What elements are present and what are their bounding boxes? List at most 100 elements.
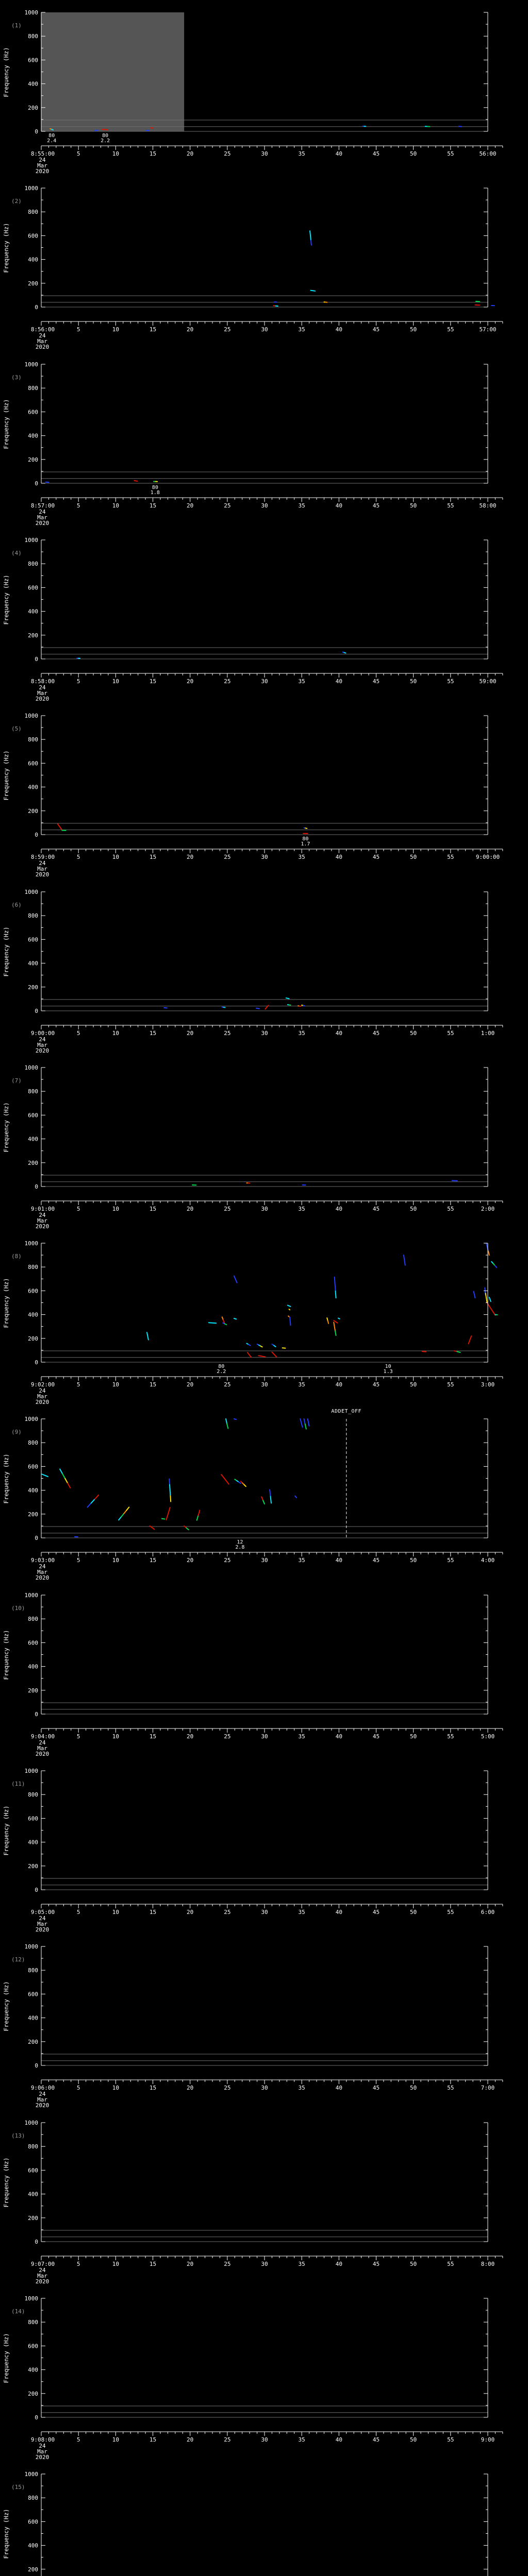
x-tick-label: 45 (373, 502, 380, 509)
detection-streak (300, 1418, 303, 1428)
x-tick-label: 30 (261, 1381, 268, 1388)
x-end-time-label: 7:00 (481, 2084, 495, 2091)
y-tick-label: 800 (28, 1967, 38, 1974)
x-tick-label: 25 (224, 502, 230, 509)
date-line: 2020 (36, 696, 50, 702)
y-tick-label: 800 (28, 33, 38, 40)
event-annotation-bottom: 1.7 (301, 841, 310, 847)
x-tick-label: 35 (299, 678, 305, 685)
x-tick-label: 30 (261, 1909, 268, 1916)
data-gap-region (41, 12, 185, 131)
x-tick-label: 35 (299, 1733, 305, 1740)
x-tick-label: 10 (112, 854, 119, 860)
y-tick-label: 600 (28, 57, 38, 63)
date-line: 2020 (36, 871, 50, 878)
y-tick-label: 800 (28, 1439, 38, 1446)
detection-streak (473, 1291, 476, 1299)
x-tick-label: 45 (373, 2261, 380, 2267)
y-axis-title: Frequency (Hz) (3, 1278, 10, 1328)
x-tick-label: 35 (299, 1030, 305, 1037)
y-tick-label: 600 (28, 584, 38, 591)
y-tick-label: 400 (28, 81, 38, 88)
panel-number-label: (12) (11, 1956, 25, 1963)
x-tick-label: 50 (410, 150, 417, 157)
date-line: 2020 (36, 520, 50, 527)
detection-streak (169, 1478, 170, 1485)
y-tick-label: 1000 (25, 1064, 39, 1071)
x-tick-label: 40 (336, 502, 342, 509)
y-tick-label: 1000 (25, 1592, 39, 1599)
y-axis-title: Frequency (Hz) (3, 1806, 10, 1856)
y-tick-label: 400 (28, 1664, 38, 1670)
x-tick-label: 20 (187, 854, 193, 860)
y-tick-label: 600 (28, 1463, 38, 1470)
detection-streak (307, 1418, 310, 1427)
y-tick-label: 800 (28, 2143, 38, 2150)
y-tick-label: 1000 (25, 713, 39, 719)
x-tick-label: 45 (373, 326, 380, 333)
x-end-time-label: 57:00 (479, 326, 496, 333)
detection-streak (94, 129, 98, 131)
spectrogram-panel-2: 020040060080010008:56:00 5 10 15 20 25 30 35 40 4… (3, 185, 503, 350)
x-tick-label: 15 (150, 1909, 156, 1916)
y-axis-title: Frequency (Hz) (3, 575, 10, 625)
detection-streak (485, 1293, 488, 1303)
spectrogram-panel-14: 020040060080010009:08:00 5 10 15 20 25 30 35 40 4… (3, 2295, 503, 2461)
y-tick-label: 200 (28, 280, 38, 287)
y-tick-label: 200 (28, 2215, 38, 2222)
y-tick-label: 200 (28, 1160, 38, 1166)
event-annotation-bottom: 1.8 (151, 490, 160, 496)
y-tick-label: 200 (28, 1687, 38, 1694)
x-tick-label: 5 (77, 1206, 80, 1212)
x-end-time-label: 1:00 (481, 1030, 495, 1037)
detection-streak (57, 823, 63, 831)
detection-streak (225, 1418, 228, 1425)
detection-streak (337, 1317, 340, 1319)
detection-streak (126, 1506, 130, 1511)
date-line: 2020 (36, 1223, 50, 1230)
x-tick-label: 30 (261, 1557, 268, 1564)
x-tick-label: 15 (150, 1206, 156, 1212)
y-tick-label: 800 (28, 1616, 38, 1622)
x-tick-label: 25 (224, 150, 230, 157)
y-tick-label: 1000 (25, 185, 39, 192)
spectrogram-panel-6: 020040060080010009:00:00 5 10 15 20 25 30 35 40 4… (3, 889, 503, 1054)
y-tick-label: 400 (28, 608, 38, 615)
x-tick-label: 50 (410, 854, 417, 860)
detection-streak (258, 1355, 266, 1358)
detection-streak (310, 235, 311, 241)
y-tick-label: 0 (35, 2239, 38, 2245)
x-tick-label: 45 (373, 854, 380, 860)
x-tick-label: 15 (150, 2436, 156, 2443)
detection-streak (59, 1468, 63, 1475)
x-tick-label: 20 (187, 1030, 193, 1037)
detection-streak (456, 1351, 461, 1353)
x-tick-label: 10 (112, 1030, 119, 1037)
x-tick-label: 15 (150, 326, 156, 333)
x-tick-label: 15 (150, 678, 156, 685)
detection-streak (403, 1255, 406, 1266)
y-axis-title: Frequency (Hz) (3, 1454, 10, 1504)
x-tick-label: 35 (299, 854, 305, 860)
x-tick-label: 45 (373, 1733, 380, 1740)
y-axis-title: Frequency (Hz) (3, 223, 10, 273)
x-tick-label: 20 (187, 1206, 193, 1212)
x-tick-label: 30 (261, 1030, 268, 1037)
x-tick-label: 40 (336, 1733, 342, 1740)
y-tick-label: 200 (28, 1335, 38, 1342)
x-tick-label: 40 (336, 678, 342, 685)
x-tick-label: 40 (336, 1206, 342, 1212)
x-tick-label: 15 (150, 854, 156, 860)
x-tick-label: 40 (336, 2261, 342, 2267)
x-tick-label: 30 (261, 2084, 268, 2091)
detection-streak (486, 1243, 488, 1248)
x-tick-label: 50 (410, 1030, 417, 1037)
panel-number-label: (4) (11, 550, 22, 556)
x-tick-label: 55 (447, 502, 454, 509)
y-tick-label: 0 (35, 656, 38, 663)
y-tick-label: 600 (28, 1639, 38, 1646)
x-tick-label: 30 (261, 502, 268, 509)
event-annotation-bottom: 2.2 (217, 1369, 226, 1375)
y-tick-label: 800 (28, 1088, 38, 1095)
x-tick-label: 20 (187, 2261, 193, 2267)
